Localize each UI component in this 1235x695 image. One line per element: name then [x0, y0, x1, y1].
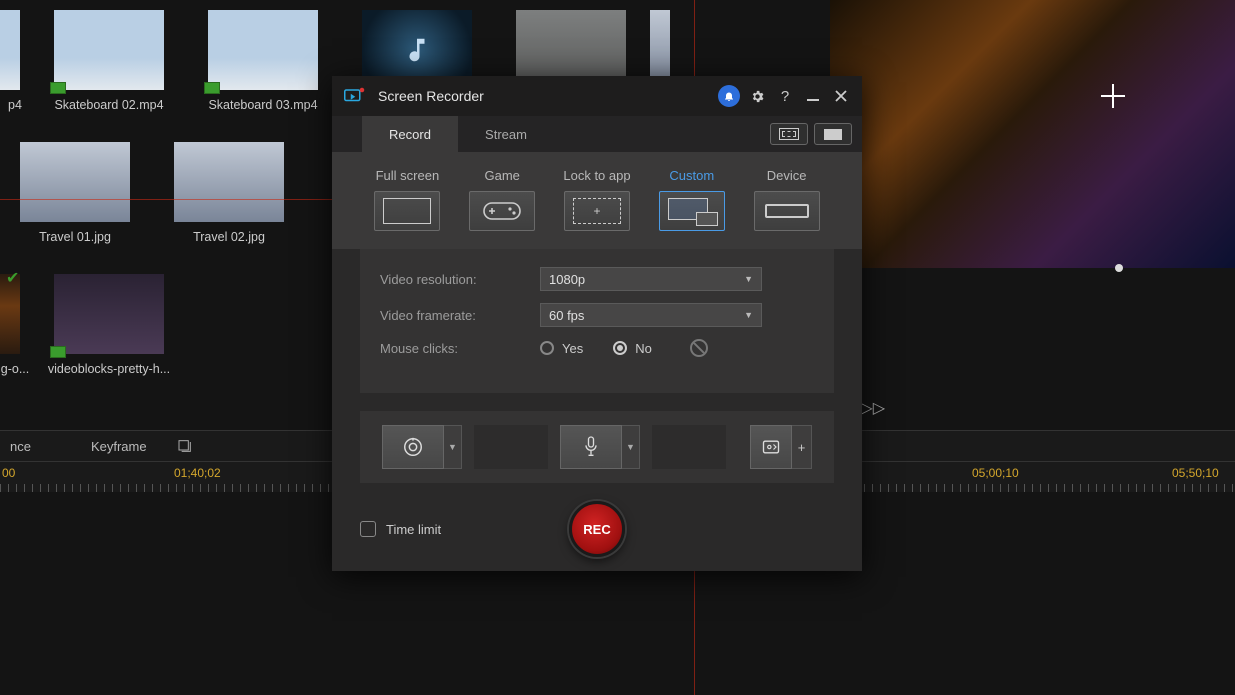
resolution-label: Video resolution:: [380, 272, 540, 287]
settings-panel: Video resolution: 1080p ▼ Video framerat…: [360, 249, 834, 393]
framerate-dropdown[interactable]: 60 fps ▼: [540, 303, 762, 327]
media-label: Skateboard 02.mp4: [34, 98, 184, 112]
webcam-icon: [761, 437, 781, 457]
gamepad-icon: [469, 191, 535, 231]
notification-bell-icon[interactable]: [718, 85, 740, 107]
media-thumb[interactable]: [208, 10, 318, 90]
media-thumb[interactable]: [0, 10, 20, 90]
fast-forward-icon[interactable]: ▷▷: [860, 398, 885, 418]
mode-game[interactable]: Game: [460, 168, 544, 231]
fullscreen-icon: [374, 191, 440, 231]
media-label: Travel 02.jpg: [154, 230, 304, 244]
capture-mode-row: Full screen Game Lock to app + Custom De…: [332, 152, 862, 249]
aspect-outline-button[interactable]: [770, 123, 808, 145]
chevron-down-icon: ▼: [744, 274, 753, 284]
preview-handle[interactable]: [1115, 264, 1123, 272]
media-thumb[interactable]: [20, 142, 130, 222]
mode-device[interactable]: Device: [745, 168, 829, 231]
audio-sources-row: ▼ ▼ +: [360, 411, 834, 483]
media-thumb[interactable]: [174, 142, 284, 222]
tab-stream[interactable]: Stream: [458, 116, 554, 152]
close-icon[interactable]: [830, 85, 852, 107]
media-label: Skateboard 03.mp4: [188, 98, 338, 112]
media-thumb[interactable]: ✔: [0, 274, 20, 354]
ruler-tick: 00: [2, 466, 15, 480]
record-button[interactable]: REC: [569, 501, 625, 557]
video-badge-icon: [50, 346, 66, 358]
custom-region-icon: [659, 191, 725, 231]
footer-row: Time limit REC: [332, 501, 862, 571]
toolbar-label: nce: [10, 439, 31, 454]
mouse-clicks-no-radio[interactable]: No: [613, 341, 652, 356]
keyframe-icon[interactable]: [177, 438, 193, 454]
speaker-icon: [402, 436, 424, 458]
ruler-tick: 01;40;02: [174, 466, 221, 480]
aspect-fill-button[interactable]: [814, 123, 852, 145]
mode-fullscreen[interactable]: Full screen: [365, 168, 449, 231]
ruler-tick: 05;50;10: [1172, 466, 1219, 480]
lock-to-app-icon: +: [564, 191, 630, 231]
tabs-row: Record Stream: [332, 116, 862, 152]
keyframe-label[interactable]: Keyframe: [91, 439, 147, 454]
audio-level-2: [652, 425, 726, 469]
audio-level-1: [474, 425, 548, 469]
chevron-down-icon: ▼: [744, 310, 753, 320]
resolution-dropdown[interactable]: 1080p ▼: [540, 267, 762, 291]
media-thumb[interactable]: [54, 10, 164, 90]
media-label: p4: [0, 98, 30, 112]
system-audio-dropdown[interactable]: ▼: [444, 425, 462, 469]
system-audio-button[interactable]: [382, 425, 444, 469]
mode-custom[interactable]: Custom: [650, 168, 734, 231]
ruler-tick: 05;00;10: [972, 466, 1019, 480]
app-icon: [344, 86, 368, 106]
disabled-icon: [690, 339, 708, 357]
microphone-icon: [581, 435, 601, 459]
mode-lock-to-app[interactable]: Lock to app +: [555, 168, 639, 231]
dialog-title: Screen Recorder: [378, 88, 712, 104]
device-icon: [754, 191, 820, 231]
video-badge-icon: [204, 82, 220, 94]
webcam-button[interactable]: [750, 425, 792, 469]
media-label: g-o...: [0, 362, 30, 376]
microphone-dropdown[interactable]: ▼: [622, 425, 640, 469]
framerate-label: Video framerate:: [380, 308, 540, 323]
media-label: Travel 01.jpg: [0, 230, 150, 244]
add-overlay-button[interactable]: +: [792, 425, 812, 469]
help-icon[interactable]: ?: [774, 85, 796, 107]
titlebar: Screen Recorder ?: [332, 76, 862, 116]
time-limit-label[interactable]: Time limit: [386, 522, 441, 537]
media-thumb[interactable]: [54, 274, 164, 354]
settings-gear-icon[interactable]: [746, 85, 768, 107]
microphone-button[interactable]: [560, 425, 622, 469]
media-label: videoblocks-pretty-h...: [34, 362, 184, 376]
tab-record[interactable]: Record: [362, 116, 458, 152]
minimize-icon[interactable]: [802, 85, 824, 107]
mouse-clicks-label: Mouse clicks:: [380, 341, 540, 356]
time-limit-checkbox[interactable]: [360, 521, 376, 537]
check-icon: ✔: [6, 268, 19, 288]
mouse-clicks-yes-radio[interactable]: Yes: [540, 341, 583, 356]
video-badge-icon: [50, 82, 66, 94]
screen-recorder-dialog: Screen Recorder ? Record Stream Full scr…: [332, 76, 862, 571]
music-note-icon: [402, 35, 432, 65]
crosshair-cursor-icon: [1101, 84, 1125, 108]
preview-panel[interactable]: [830, 0, 1235, 268]
